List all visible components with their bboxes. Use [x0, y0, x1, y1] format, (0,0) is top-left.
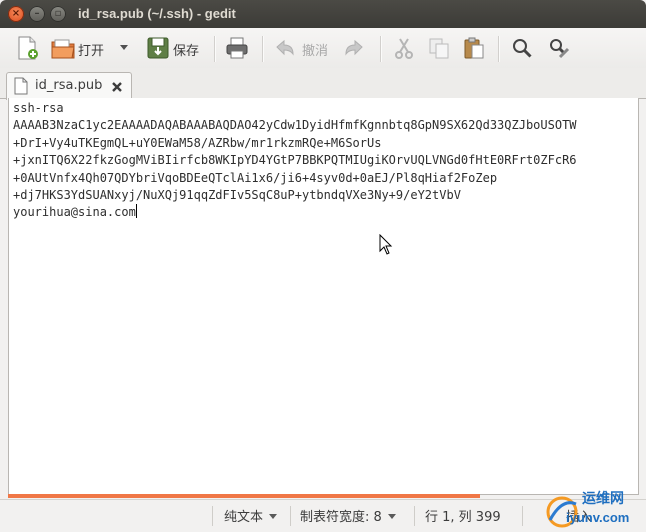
paste-icon	[464, 37, 484, 59]
save-button[interactable]: 保存	[144, 34, 206, 62]
toolbar-separator	[498, 36, 500, 62]
tab-label: id_rsa.pub	[35, 78, 103, 93]
status-separator	[290, 506, 291, 526]
print-icon	[226, 37, 248, 59]
maximize-icon: ▫	[54, 8, 62, 19]
find-replace-button[interactable]	[545, 34, 573, 62]
save-icon	[147, 37, 169, 59]
maximize-window-button[interactable]: ▫	[50, 6, 66, 22]
chevron-down-icon[interactable]	[120, 45, 128, 50]
text-caret	[135, 204, 137, 219]
close-tab-icon[interactable]	[111, 81, 123, 93]
tab-id-rsa-pub[interactable]: id_rsa.pub	[6, 72, 132, 100]
minimize-window-button[interactable]: –	[29, 6, 45, 22]
close-window-button[interactable]: ×	[8, 6, 24, 22]
minimize-icon: –	[34, 8, 40, 19]
window-title: id_rsa.pub (~/.ssh) - gedit	[78, 6, 236, 21]
status-separator	[212, 506, 213, 526]
horizontal-scroll-indicator[interactable]	[8, 494, 480, 498]
search-icon	[513, 39, 532, 58]
toolbar-separator	[214, 36, 216, 62]
cursor-position: 行 1, 列 399	[425, 510, 501, 525]
new-document-icon	[18, 36, 38, 60]
text-document-icon	[14, 77, 28, 95]
title-bar: × – ▫ id_rsa.pub (~/.ssh) - gedit	[0, 0, 646, 28]
document-line: AAAAB3NzaC1yc2EAAAADAQABAAABAQDAO42yCdw1…	[13, 118, 577, 133]
toolbar-separator	[262, 36, 264, 62]
toolbar: 打开 保存 撤消	[0, 28, 646, 68]
redo-icon	[345, 39, 363, 56]
document-line: +DrI+Vy4uTKEgmQL+uY0EWaM58/AZRbw/mr1rkzm…	[13, 135, 382, 150]
close-icon: ×	[11, 8, 21, 19]
undo-icon	[276, 39, 294, 56]
find-button[interactable]	[508, 34, 536, 62]
gedit-window: × – ▫ id_rsa.pub (~/.ssh) - gedit 打开 保存 …	[0, 0, 646, 532]
document-tab-bar: id_rsa.pub	[0, 68, 646, 100]
chevron-down-icon	[269, 514, 278, 519]
watermark-url: iyunv.com	[566, 510, 630, 525]
language-label: 纯文本	[224, 510, 264, 525]
copy-icon	[429, 38, 449, 59]
undo-label: 撤消	[302, 44, 329, 59]
document-line: yourihua@sina.com	[13, 205, 136, 220]
watermark-text: 运维网	[582, 491, 624, 507]
redo-button[interactable]	[341, 34, 369, 62]
paste-button[interactable]	[460, 34, 488, 62]
cut-button[interactable]	[390, 34, 418, 62]
tab-width-selector[interactable]: 制表符宽度: 8	[300, 506, 396, 525]
copy-button[interactable]	[425, 34, 453, 62]
mouse-pointer-icon	[379, 234, 393, 255]
cut-icon	[395, 38, 413, 59]
document-line: +jxnITQ6X22fkzGogMViBIirfcb8WKIpYD4YGtP7…	[13, 153, 577, 168]
document-line: ssh-rsa	[13, 101, 64, 115]
document-text: ssh-rsa AAAAB3NzaC1yc2EAAAADAQABAAABAQDAO…	[13, 100, 577, 222]
open-folder-icon	[51, 39, 75, 59]
status-separator	[522, 506, 523, 526]
toolbar-separator	[380, 36, 382, 62]
new-document-button[interactable]	[12, 34, 42, 62]
undo-button[interactable]: 撤消	[272, 34, 336, 62]
tab-width-label: 制表符宽度: 8	[300, 510, 382, 525]
save-label: 保存	[173, 44, 200, 59]
language-selector[interactable]: 纯文本	[224, 506, 278, 525]
document-line: +0AUtVnfx4Qh07QDYbriVqoBDEeQTclAi1x6/ji6…	[13, 170, 498, 185]
document-line-last: yourihua@sina.com	[13, 204, 577, 221]
document-line: +dj7HKS3YdSUANxyj/NuXQj91qqZdFIv5SqC8uP+…	[13, 188, 461, 203]
open-button[interactable]: 打开	[48, 34, 136, 62]
status-separator	[414, 506, 415, 526]
print-button[interactable]	[223, 34, 251, 62]
text-editor[interactable]: ssh-rsa AAAAB3NzaC1yc2EAAAADAQABAAABAQDAO…	[8, 98, 639, 495]
watermark-logo: 运维网 iyunv.com	[540, 486, 646, 531]
open-label: 打开	[78, 44, 105, 59]
find-replace-icon	[550, 39, 570, 59]
chevron-down-icon	[387, 514, 396, 519]
